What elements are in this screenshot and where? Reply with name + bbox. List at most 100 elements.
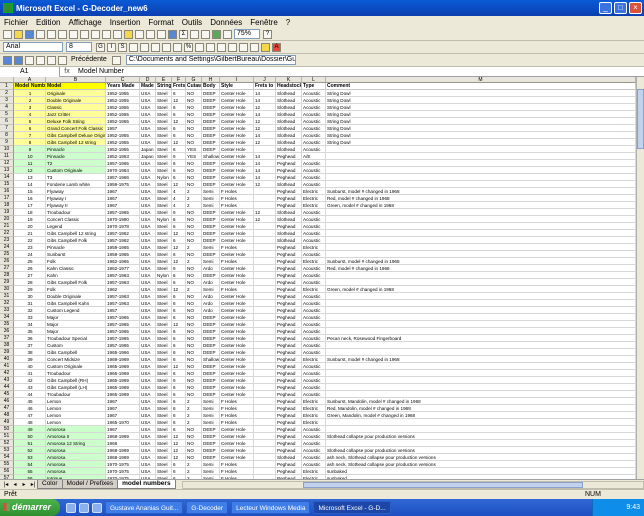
table-cell[interactable]: Peghead: [276, 286, 302, 293]
table-cell[interactable]: Center Hole: [220, 223, 254, 230]
sort-ascending-icon[interactable]: [190, 29, 199, 39]
table-cell[interactable]: Amorosa: [46, 461, 106, 468]
table-cell[interactable]: 12: [172, 139, 186, 146]
table-cell[interactable]: 27: [14, 272, 46, 279]
table-cell[interactable]: 54: [14, 461, 46, 468]
table-cell[interactable]: 6: [172, 174, 186, 181]
table-cell[interactable]: NO: [186, 272, 202, 279]
table-cell[interactable]: 1967: [106, 412, 140, 419]
table-cell[interactable]: [254, 286, 276, 293]
table-cell[interactable]: [326, 370, 636, 377]
table-cell[interactable]: 2: [186, 461, 202, 468]
table-cell[interactable]: [254, 454, 276, 461]
table-cell[interactable]: Center Hole: [220, 230, 254, 237]
table-cell[interactable]: 52: [14, 447, 46, 454]
table-cell[interactable]: Steel: [156, 363, 172, 370]
table-cell[interactable]: Acoustic: [302, 279, 326, 286]
table-cell[interactable]: DEEP: [202, 230, 220, 237]
header-cell[interactable]: Comment: [326, 83, 636, 90]
table-cell[interactable]: Steel: [156, 160, 172, 167]
table-cell[interactable]: Gibs Campbell Kahn: [46, 300, 106, 307]
table-cell[interactable]: Acoustic: [302, 391, 326, 398]
table-cell[interactable]: USA: [140, 412, 156, 419]
table-cell[interactable]: 10: [14, 153, 46, 160]
table-cell[interactable]: Acoustic: [302, 377, 326, 384]
table-cell[interactable]: Semi: [202, 188, 220, 195]
table-cell[interactable]: 28: [14, 279, 46, 286]
table-cell[interactable]: 12: [172, 230, 186, 237]
table-cell[interactable]: Green, model # changed in 1968: [326, 202, 636, 209]
table-cell[interactable]: USA: [140, 272, 156, 279]
row-header[interactable]: 51: [0, 433, 14, 440]
table-cell[interactable]: Kahn: [46, 272, 106, 279]
table-cell[interactable]: 12: [14, 167, 46, 174]
table-cell[interactable]: DEEP: [202, 90, 220, 97]
table-cell[interactable]: T2: [46, 160, 106, 167]
table-cell[interactable]: Red, model # changed in 1968: [326, 265, 636, 272]
table-cell[interactable]: 6: [172, 356, 186, 363]
table-cell[interactable]: Troubadour: [46, 391, 106, 398]
table-cell[interactable]: Acoustic: [302, 426, 326, 433]
row-header[interactable]: 15: [0, 181, 14, 188]
table-cell[interactable]: Center Hole: [220, 111, 254, 118]
table-cell[interactable]: String Dowl: [326, 111, 636, 118]
stop-icon[interactable]: [25, 55, 34, 65]
header-cell[interactable]: Cutaway: [186, 83, 202, 90]
table-cell[interactable]: Gibs Campbell 12 string: [46, 230, 106, 237]
table-cell[interactable]: USA: [140, 118, 156, 125]
row-header[interactable]: 14: [0, 174, 14, 181]
table-cell[interactable]: Peghead: [276, 279, 302, 286]
table-cell[interactable]: [254, 146, 276, 153]
table-cell[interactable]: 4: [172, 188, 186, 195]
table-cell[interactable]: [326, 384, 636, 391]
table-cell[interactable]: Acoustic: [302, 454, 326, 461]
table-cell[interactable]: YES: [186, 153, 202, 160]
table-cell[interactable]: NO: [186, 447, 202, 454]
table-cell[interactable]: Peghead: [276, 300, 302, 307]
table-cell[interactable]: 1959-1975: [106, 181, 140, 188]
table-cell[interactable]: Steel: [156, 391, 172, 398]
table-cell[interactable]: [254, 363, 276, 370]
table-cell[interactable]: Major: [46, 328, 106, 335]
table-cell[interactable]: Center Hole: [220, 139, 254, 146]
table-cell[interactable]: 1952-1955: [106, 90, 140, 97]
table-cell[interactable]: Steel: [156, 433, 172, 440]
table-cell[interactable]: DEEP: [202, 440, 220, 447]
table-cell[interactable]: Peghead: [276, 447, 302, 454]
table-cell[interactable]: Steel: [156, 370, 172, 377]
table-cell[interactable]: Slothead: [276, 118, 302, 125]
table-cell[interactable]: Grand Concert Folk Classic: [46, 125, 106, 132]
table-cell[interactable]: 14: [254, 132, 276, 139]
font-color-icon[interactable]: A: [272, 42, 281, 52]
table-cell[interactable]: Acoustic: [302, 223, 326, 230]
table-cell[interactable]: Acoustic: [302, 307, 326, 314]
table-cell[interactable]: Electric: [302, 419, 326, 426]
table-cell[interactable]: Slothead: [276, 111, 302, 118]
table-cell[interactable]: Flyaway II: [46, 202, 106, 209]
table-cell[interactable]: Center Hole: [220, 384, 254, 391]
table-cell[interactable]: 12: [172, 97, 186, 104]
format-painter-icon[interactable]: [135, 29, 144, 39]
table-cell[interactable]: 1957-1963: [106, 300, 140, 307]
table-cell[interactable]: 40: [14, 363, 46, 370]
header-cell[interactable]: Model: [46, 83, 106, 90]
table-cell[interactable]: USA: [140, 167, 156, 174]
table-cell[interactable]: Folk: [46, 286, 106, 293]
table-cell[interactable]: [326, 307, 636, 314]
underline-icon[interactable]: S: [118, 42, 127, 52]
table-cell[interactable]: USA: [140, 279, 156, 286]
table-cell[interactable]: Steel: [156, 188, 172, 195]
header-cell[interactable]: Strings: [156, 83, 172, 90]
table-cell[interactable]: Peghead: [276, 398, 302, 405]
horizontal-scroll-thumb[interactable]: [302, 481, 583, 488]
table-cell[interactable]: NO: [186, 349, 202, 356]
row-header[interactable]: 42: [0, 370, 14, 377]
increase-indent-icon[interactable]: [239, 42, 248, 52]
excel-app-icon[interactable]: [3, 3, 13, 13]
table-cell[interactable]: Steel: [156, 314, 172, 321]
table-cell[interactable]: 6: [172, 335, 186, 342]
menu-help[interactable]: ?: [286, 18, 290, 27]
table-cell[interactable]: Center Hole: [220, 90, 254, 97]
header-cell[interactable]: Made in: [140, 83, 156, 90]
table-cell[interactable]: Sunburst, Mandolin, model # changed in 1…: [326, 398, 636, 405]
